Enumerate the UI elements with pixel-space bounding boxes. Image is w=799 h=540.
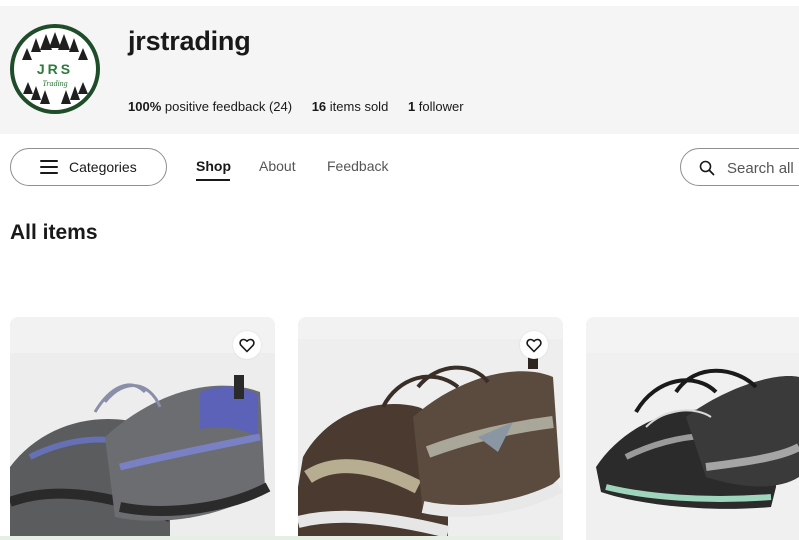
heart-icon xyxy=(526,338,542,352)
store-search[interactable] xyxy=(680,148,799,186)
menu-icon xyxy=(40,160,58,174)
followers-stat[interactable]: 1 follower xyxy=(408,99,464,114)
watch-button[interactable] xyxy=(233,331,261,359)
store-stats: 100% positive feedback (24) 16 items sol… xyxy=(128,99,464,114)
categories-label: Categories xyxy=(69,159,137,175)
feedback-label: positive feedback (24) xyxy=(164,99,293,114)
store-logo[interactable]: JRS Trading xyxy=(10,24,100,114)
tab-shop[interactable]: Shop xyxy=(196,158,231,174)
bottom-status-bar xyxy=(0,536,560,540)
tree-logo-icon: JRS Trading xyxy=(22,32,88,104)
section-title: All items xyxy=(10,221,98,244)
categories-button[interactable]: Categories xyxy=(10,148,167,186)
svg-text:Trading: Trading xyxy=(42,79,67,88)
search-input[interactable] xyxy=(727,158,799,178)
feedback-percent: 100% xyxy=(128,99,162,114)
store-header: JRS Trading jrstrading 100% positive fee… xyxy=(0,6,799,134)
store-page: JRS Trading jrstrading 100% positive fee… xyxy=(0,0,799,540)
followers-count: 1 xyxy=(407,99,416,114)
item-card[interactable] xyxy=(10,317,275,540)
tab-feedback[interactable]: Feedback xyxy=(327,158,388,174)
tab-about[interactable]: About xyxy=(259,158,296,174)
item-card[interactable] xyxy=(586,317,799,540)
store-name[interactable]: jrstrading xyxy=(128,26,251,57)
item-card[interactable] xyxy=(298,317,563,540)
watch-button[interactable] xyxy=(520,331,548,359)
items-sold-label: items sold xyxy=(329,99,389,114)
heart-icon xyxy=(239,338,255,352)
items-sold-stat: 16 items sold xyxy=(312,99,389,114)
black-silver-running-shoes-image xyxy=(586,317,799,540)
items-sold-count: 16 xyxy=(311,99,327,114)
active-tab-indicator xyxy=(196,179,230,181)
feedback-stat[interactable]: 100% positive feedback (24) xyxy=(128,99,292,114)
svg-text:JRS: JRS xyxy=(37,61,73,77)
search-icon xyxy=(699,160,715,176)
followers-label: follower xyxy=(418,99,464,114)
